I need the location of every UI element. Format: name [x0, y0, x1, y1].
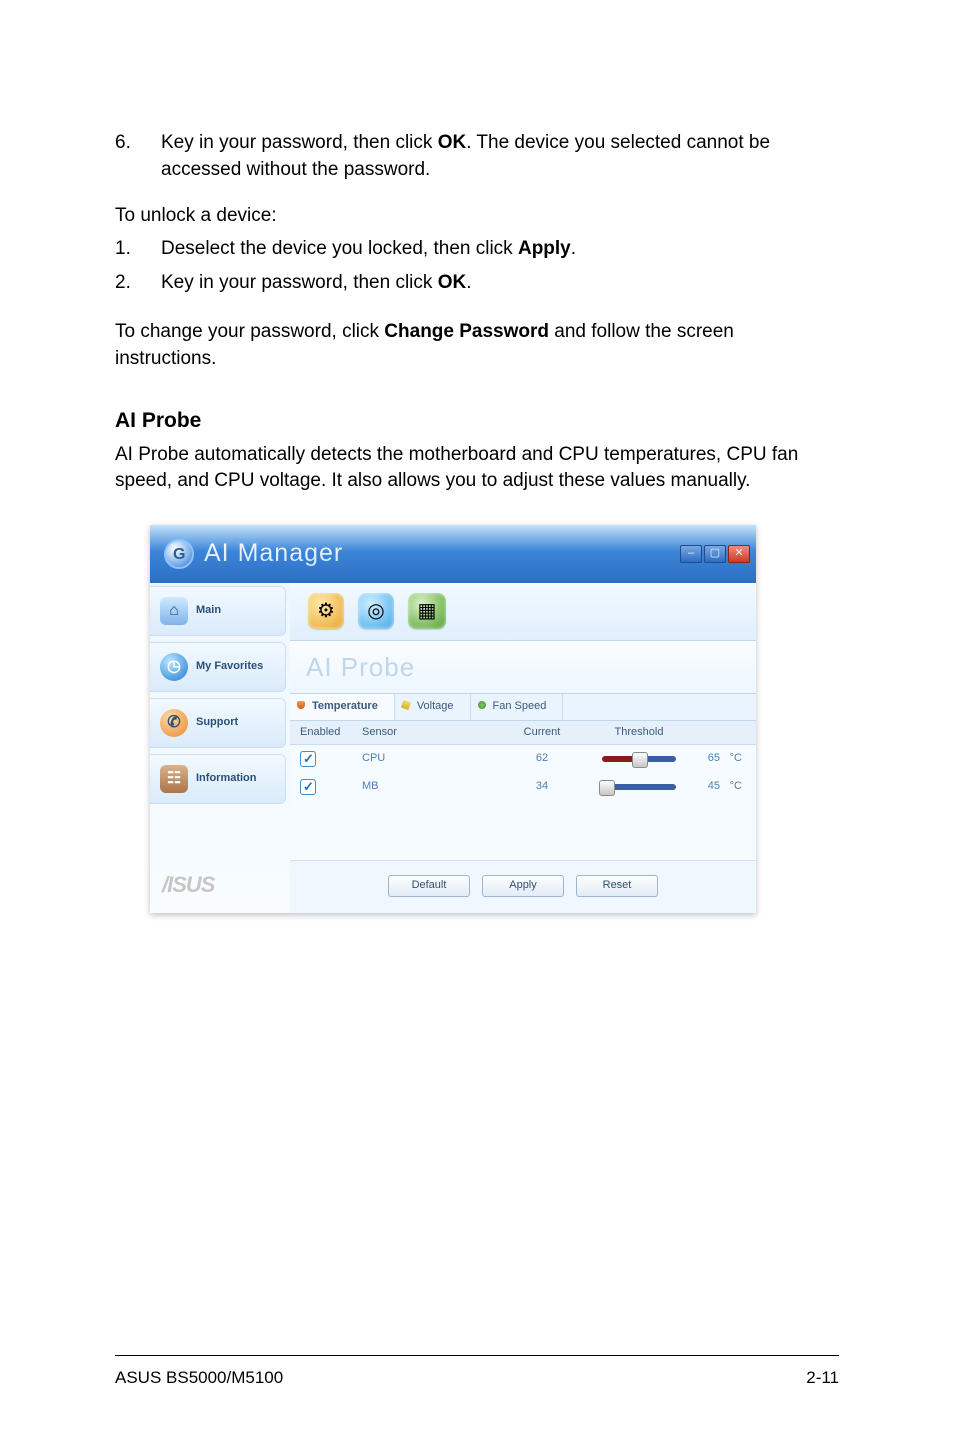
u2-b: . [466, 272, 471, 293]
minimize-button[interactable]: – [680, 545, 702, 563]
u2-a: Key in your password, then click [161, 272, 438, 293]
page-footer: ASUS BS5000/M5100 2-11 [115, 1355, 839, 1390]
step-6-number: 6. [115, 130, 161, 183]
threshold-slider-cpu[interactable] [602, 756, 676, 762]
current-mb: 34 [482, 779, 602, 794]
unlock-step-1: 1. Deselect the device you locked, then … [115, 236, 839, 263]
sidebar-label-favorites: My Favorites [196, 659, 263, 674]
step-6-bold: OK [438, 132, 467, 153]
sidebar-item-main[interactable]: ⌂ Main [150, 586, 286, 636]
clock-icon: ◷ [160, 653, 188, 681]
unlock-step-1-text: Deselect the device you locked, then cli… [161, 236, 839, 263]
toolbar-icon-1[interactable]: ⚙ [308, 593, 344, 629]
close-button[interactable]: ✕ [728, 545, 750, 563]
unlock-step-1-number: 1. [115, 236, 161, 263]
tab-temperature[interactable]: Temperature [290, 694, 395, 719]
unlock-step-2-number: 2. [115, 270, 161, 297]
sidebar-item-support[interactable]: ✆ Support [150, 698, 286, 748]
window-controls: – ▢ ✕ [680, 545, 750, 563]
apply-button-label: Apply [509, 878, 537, 893]
ai-manager-window: AI Manager – ▢ ✕ ⌂ Main ◷ My Favorites ✆… [150, 525, 756, 913]
toolbar-icon-2[interactable]: ◎ [358, 593, 394, 629]
tab-temperature-label: Temperature [312, 700, 378, 712]
brand-logo: /ISUS [150, 852, 290, 913]
threshold-slider-mb[interactable] [602, 784, 676, 790]
u1-b: . [571, 238, 576, 259]
section-description: AI Probe automatically detects the mothe… [115, 442, 839, 495]
toolbar: ⚙ ◎ ▦ [290, 583, 756, 641]
window-titlebar: AI Manager – ▢ ✕ [150, 525, 756, 583]
table-row: CPU 62 65 °C [290, 745, 756, 773]
footer-right: 2-11 [806, 1366, 839, 1390]
tab-fan-speed[interactable]: Fan Speed [471, 694, 564, 719]
sidebar-item-information[interactable]: ☷ Information [150, 754, 286, 804]
current-cpu: 62 [482, 751, 602, 766]
section-heading: AI Probe [115, 406, 839, 435]
threshold-value-mb: 45 [676, 779, 720, 794]
default-button-label: Default [412, 878, 447, 893]
sensor-mb: MB [362, 779, 482, 794]
tabs: Temperature Voltage Fan Speed [290, 693, 756, 720]
sidebar-item-favorites[interactable]: ◷ My Favorites [150, 642, 286, 692]
enabled-checkbox-mb[interactable] [300, 779, 316, 795]
support-icon: ✆ [160, 709, 188, 737]
app-logo-icon [164, 539, 194, 569]
enabled-checkbox-cpu[interactable] [300, 751, 316, 767]
info-icon: ☷ [160, 765, 188, 793]
window-title: AI Manager [204, 536, 343, 571]
toolbar-icon-3[interactable]: ▦ [408, 593, 446, 629]
change-bold: Change Password [384, 321, 549, 342]
u2-bold: OK [438, 272, 467, 293]
col-current: Current [482, 725, 602, 740]
sidebar-label-support: Support [196, 715, 238, 730]
sidebar-label-main: Main [196, 603, 221, 618]
unit-mb: °C [720, 779, 742, 794]
sidebar-label-information: Information [196, 771, 257, 786]
footer-left: ASUS BS5000/M5100 [115, 1366, 283, 1390]
apply-button[interactable]: Apply [482, 875, 564, 897]
maximize-button[interactable]: ▢ [704, 545, 726, 563]
unlock-step-2-text: Key in your password, then click OK. [161, 270, 839, 297]
tab-fan-label: Fan Speed [493, 700, 547, 712]
u1-bold: Apply [518, 238, 571, 259]
tab-voltage-label: Voltage [417, 700, 454, 712]
unlock-intro: To unlock a device: [115, 203, 839, 230]
threshold-value-cpu: 65 [676, 751, 720, 766]
step-6-text-a: Key in your password, then click [161, 132, 438, 153]
step-6-text: Key in your password, then click OK. The… [161, 130, 839, 183]
col-sensor: Sensor [362, 725, 482, 740]
reset-button[interactable]: Reset [576, 875, 658, 897]
unit-cpu: °C [720, 751, 742, 766]
default-button[interactable]: Default [388, 875, 470, 897]
change-a: To change your password, click [115, 321, 384, 342]
reset-button-label: Reset [603, 878, 632, 893]
change-password-paragraph: To change your password, click Change Pa… [115, 319, 839, 372]
col-threshold: Threshold [602, 725, 676, 740]
table-header: Enabled Sensor Current Threshold [290, 721, 756, 745]
action-button-row: Default Apply Reset [290, 860, 756, 913]
unlock-step-2: 2. Key in your password, then click OK. [115, 270, 839, 297]
sidebar: ⌂ Main ◷ My Favorites ✆ Support ☷ Inform… [150, 583, 290, 913]
sensor-cpu: CPU [362, 751, 482, 766]
panel-title: AI Probe [290, 641, 756, 693]
table-row: MB 34 45 °C [290, 773, 756, 801]
home-icon: ⌂ [160, 597, 188, 625]
step-6: 6. Key in your password, then click OK. … [115, 130, 839, 183]
col-enabled: Enabled [300, 725, 362, 740]
u1-a: Deselect the device you locked, then cli… [161, 238, 518, 259]
tab-voltage[interactable]: Voltage [395, 694, 471, 719]
main-panel: ⚙ ◎ ▦ AI Probe Temperature Voltage Fan S… [290, 583, 756, 913]
